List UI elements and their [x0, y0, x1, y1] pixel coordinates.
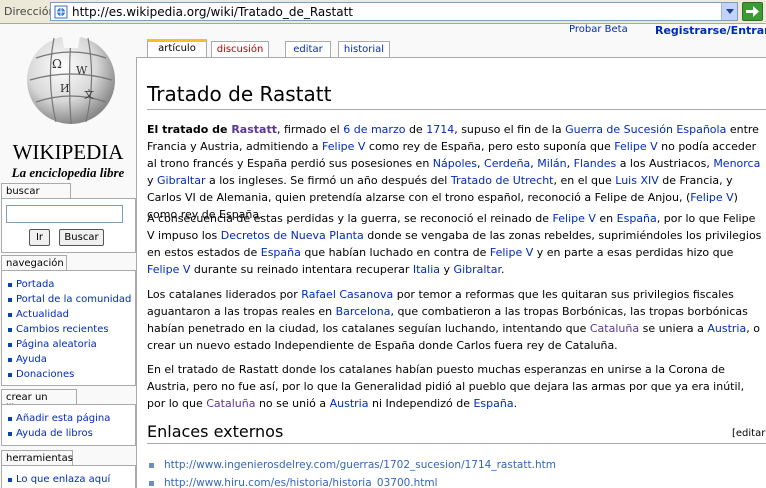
create-book-portlet: Añadir esta página Ayuda de libros — [1, 404, 136, 446]
url-input[interactable]: http://es.wikipedia.org/wiki/Tratado_de_… — [50, 2, 738, 21]
go-search-button[interactable]: Ir — [29, 229, 50, 246]
link-gibraltar[interactable]: Gibraltar — [454, 263, 501, 276]
nav-item-random-page[interactable]: Página aleatoria — [8, 337, 135, 352]
external-link[interactable]: http://www.ingenierosdelrey.com/guerras/… — [147, 456, 556, 474]
paragraph-4: En el tratado de Rastatt donde los catal… — [147, 363, 745, 410]
link-austria[interactable]: Austria — [707, 322, 746, 335]
page-title: Tratado de Rastatt — [147, 82, 332, 106]
link-guerra-sucesion[interactable]: Guerra de Sucesión Española — [565, 123, 726, 136]
link-gibraltar[interactable]: Gibraltar — [157, 174, 205, 187]
paragraph-3: Los catalanes liderados por Rafael Casan… — [147, 288, 760, 352]
link-espana[interactable]: España — [617, 212, 657, 225]
svg-text:Ω: Ω — [52, 57, 62, 71]
navigation-heading: navegación — [1, 255, 67, 270]
link-cerdena[interactable]: Cerdeña — [484, 157, 530, 170]
logo-tagline: La enciclopedia libre — [11, 165, 125, 180]
svg-text:文: 文 — [84, 88, 94, 101]
tools-heading: herramientas — [1, 450, 73, 465]
nav-item-recent-changes[interactable]: Cambios recientes — [8, 322, 135, 337]
tab-edit[interactable]: editar — [285, 41, 331, 58]
login-link[interactable]: Registrarse/Entrar — [655, 24, 766, 37]
title-divider — [147, 109, 766, 110]
link-barcelona[interactable]: Barcelona — [336, 305, 391, 318]
link-menorca[interactable]: Menorca — [713, 157, 760, 170]
paragraph-1: El tratado de Rastatt, firmado el 6 de m… — [147, 123, 761, 221]
nav-item-community-portal[interactable]: Portal de la comunidad — [8, 292, 135, 307]
svg-text:W: W — [76, 64, 88, 77]
link-felipe-v[interactable]: Felipe V — [614, 140, 657, 153]
book-item-add-page[interactable]: Añadir esta página — [8, 411, 135, 426]
link-flandes[interactable]: Flandes — [574, 157, 617, 170]
link-espana[interactable]: España — [473, 397, 513, 410]
tab-history[interactable]: historial — [338, 41, 390, 58]
create-book-heading: crear un libro — [1, 389, 77, 414]
link-decretos-nueva-planta[interactable]: Decretos de Nueva Planta — [221, 229, 364, 242]
page-icon — [54, 5, 68, 19]
link-napoles[interactable]: Nápoles — [433, 157, 477, 170]
link-6-marzo[interactable]: 6 de marzo — [343, 123, 405, 136]
link-austria[interactable]: Austria — [330, 397, 369, 410]
link-felipe-v[interactable]: Felipe V — [553, 212, 596, 225]
search-heading: buscar — [1, 183, 71, 198]
puzzle-globe-icon: Ω W И 文 — [27, 35, 115, 125]
p1-bold-lead: El tratado de — [147, 123, 232, 136]
go-button[interactable] — [742, 2, 763, 21]
link-espana[interactable]: España — [261, 246, 301, 259]
link-rafael-casanova[interactable]: Rafael Casanova — [301, 288, 393, 301]
address-bar: Dirección http://es.wikipedia.org/wiki/T… — [0, 0, 766, 24]
link-felipe-v[interactable]: Felipe V — [490, 246, 533, 259]
article-content: Tratado de Rastatt El tratado de Rastatt… — [136, 57, 766, 488]
link-italia[interactable]: Italia — [413, 263, 440, 276]
paragraph-2: A consecuencia de estas perdidas y la gu… — [147, 212, 762, 276]
search-input[interactable] — [6, 205, 123, 223]
navigation-portlet: Portada Portal de la comunidad Actualida… — [1, 270, 136, 386]
arrow-right-icon — [746, 6, 759, 17]
link-rastatt[interactable]: Rastatt — [231, 123, 277, 136]
section-edit-link[interactable]: [editar] — [732, 428, 766, 439]
section-heading-external-links: Enlaces externos — [147, 422, 284, 441]
svg-text:И: И — [60, 82, 70, 95]
tab-discussion[interactable]: discusión — [211, 41, 269, 58]
link-1714[interactable]: 1714 — [426, 123, 454, 136]
link-tratado-utrecht[interactable]: Tratado de Utrecht — [451, 174, 554, 187]
nav-item-donations[interactable]: Donaciones — [8, 367, 135, 382]
section-divider — [147, 443, 766, 444]
link-cataluna[interactable]: Cataluña — [590, 322, 639, 335]
link-felipe-v[interactable]: Felipe V — [147, 263, 190, 276]
nav-item-help[interactable]: Ayuda — [8, 352, 135, 367]
wikipedia-logo[interactable]: Ω W И 文 WIKIPEDIA La enciclopedia libre — [0, 26, 136, 182]
address-label: Dirección — [4, 5, 56, 18]
nav-item-portada[interactable]: Portada — [8, 277, 135, 292]
link-cataluna[interactable]: Cataluña — [206, 397, 255, 410]
url-dropdown-button[interactable] — [721, 3, 737, 20]
tools-item-what-links-here[interactable]: Lo que enlaza aquí — [8, 472, 135, 487]
external-link[interactable]: http://www.hiru.com/es/historia/historia… — [147, 474, 556, 488]
external-links-list: http://www.ingenierosdelrey.com/guerras/… — [147, 456, 556, 488]
tab-article[interactable]: artículo — [147, 39, 207, 58]
search-portlet: Ir Buscar — [1, 198, 136, 253]
probar-beta-link[interactable]: Probar Beta — [569, 24, 628, 35]
book-item-help[interactable]: Ayuda de libros — [8, 426, 135, 441]
url-text: http://es.wikipedia.org/wiki/Tratado_de_… — [72, 5, 353, 19]
link-felipe-v[interactable]: Felipe V — [322, 140, 365, 153]
link-felipe-v[interactable]: Felipe V — [690, 191, 733, 204]
tools-portlet: Lo que enlaza aquí — [1, 465, 136, 488]
link-milan[interactable]: Milán — [537, 157, 566, 170]
link-luis-xiv[interactable]: Luis XIV — [615, 174, 659, 187]
logo-wordmark: WIKIPEDIA — [12, 140, 124, 164]
nav-item-current-events[interactable]: Actualidad — [8, 307, 135, 322]
chevron-down-icon — [725, 8, 734, 14]
search-button[interactable]: Buscar — [59, 229, 104, 246]
